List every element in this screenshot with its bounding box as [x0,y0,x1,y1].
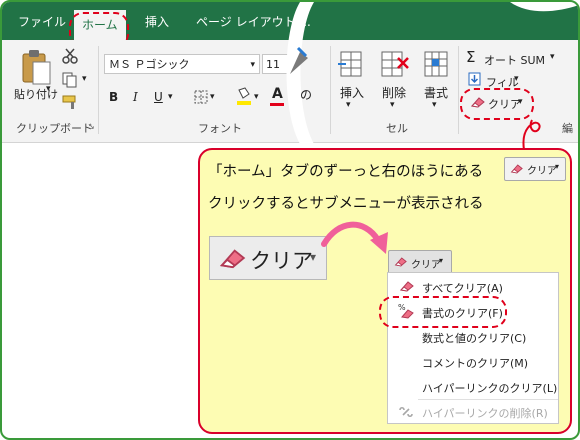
clear-formats-highlight [379,296,507,328]
fill-icon[interactable] [468,72,481,86]
clear-dropdown-caret-icon: ▾ [439,256,444,265]
delete-cells-icon[interactable] [380,50,410,78]
tutorial-frame: ファイル ホーム 挿入 ページ レイアウト ... 貼り付け ▾ ▾ クリップボ… [0,0,580,440]
menu-item-label: 数式と値のクリア(C) [422,332,527,345]
border-dropdown-icon[interactable]: ▾ [210,92,215,102]
bold-button[interactable]: B [109,90,118,104]
delete-cells-dropdown-icon[interactable]: ▾ [390,100,395,110]
zoomed-clear-button: クリア ▾ [209,236,327,280]
fill-dropdown-icon[interactable]: ▾ [514,74,519,84]
dialog-launcher-icon[interactable]: ↘ [88,122,95,131]
eraser-icon [510,164,523,174]
copy-icon[interactable] [62,72,78,88]
paste-label[interactable]: 貼り付け [14,86,58,102]
eraser-icon [399,281,414,292]
menu-item-label: コメントのクリア(M) [422,357,529,370]
clear-dropdown-label: クリア [411,260,441,271]
paste-dropdown-icon[interactable]: ▾ [46,84,51,94]
font-group-label: フォント [198,122,242,135]
autosum-icon[interactable]: Σ [466,48,475,66]
cutout-divider-right [510,2,578,12]
cells-group-label: セル [386,122,408,135]
format-painter-icon[interactable] [62,94,80,110]
menu-item-clear-comments[interactable]: コメントのクリア(M) [388,350,558,374]
menu-item-label: ハイパーリンクのクリア(L) [422,382,558,395]
alignment-icon-partial[interactable] [288,46,310,76]
autosum-label[interactable]: オート SUM [484,52,545,68]
format-cells-dropdown-icon[interactable]: ▾ [432,100,437,110]
fill-color-dropdown-icon[interactable]: ▾ [254,92,259,102]
insert-cells-icon[interactable] [338,50,366,78]
pink-arrow-icon [321,221,388,254]
group-separator [98,46,99,134]
callout-connector [522,119,541,151]
zoomed-clear-label: クリア [250,249,313,273]
format-cells-label[interactable]: 書式 [424,84,448,101]
font-name-value: ＭＳ Ｐゴシック [109,58,190,71]
unlink-icon [399,406,413,418]
callout-clear-small-dropdown-icon: ▾ [555,162,560,171]
partial-label-no: の [300,88,313,102]
clear-dropdown-button[interactable]: クリア ▾ [388,250,452,274]
eraser-icon [219,249,246,269]
font-name-box[interactable]: ＭＳ Ｐゴシック ▾ [104,54,260,74]
zoomed-clear-dropdown-icon: ▾ [310,250,317,264]
underline-dropdown-icon[interactable]: ▾ [168,92,173,102]
italic-button[interactable]: I [133,90,138,104]
clear-submenu: すべてクリア(A) % 書式のクリア(F) 数式と値のクリア(C) コメントのク… [387,272,559,424]
copy-dropdown-icon[interactable]: ▾ [82,74,87,84]
autosum-dropdown-icon[interactable]: ▾ [550,52,555,62]
group-separator [330,46,331,134]
fill-color-icon[interactable] [236,86,252,106]
callout-line-1: 「ホーム」タブのずーっと右のほうにある [208,164,484,180]
callout-clear-small-label: クリア [527,166,557,177]
insert-cells-label[interactable]: 挿入 [340,84,364,101]
paste-icon[interactable] [20,48,54,86]
delete-cells-label[interactable]: 削除 [382,84,406,101]
group-separator [458,46,459,134]
tab-file[interactable]: ファイル [18,13,66,30]
menu-item-label: ハイパーリンクの削除(R) [422,407,548,420]
editing-group-label: 編 [562,122,573,135]
font-name-dropdown-icon[interactable]: ▾ [250,55,255,75]
tab-insert[interactable]: 挿入 [145,13,169,30]
border-icon[interactable] [194,90,208,104]
menu-item-label: すべてクリア(A) [422,282,503,295]
menu-item-remove-hyperlinks: ハイパーリンクの削除(R) [388,400,558,424]
eraser-icon [394,257,407,267]
callout-clear-button-small: クリア ▾ [504,157,566,181]
insert-cells-dropdown-icon[interactable]: ▾ [346,100,351,110]
format-cells-icon[interactable] [422,50,450,78]
clipboard-group-label: クリップボード [16,122,93,135]
callout-line-2: クリックするとサブメニューが表示される [208,196,484,212]
menu-item-clear-hyperlinks[interactable]: ハイパーリンクのクリア(L) [388,375,558,399]
cut-icon[interactable] [62,48,78,64]
menu-item-clear-contents[interactable]: 数式と値のクリア(C) [388,325,558,349]
underline-button[interactable]: U [154,90,163,104]
